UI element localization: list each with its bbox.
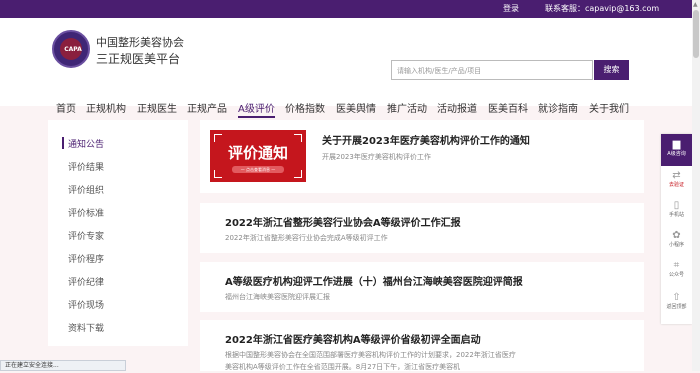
- sidebar-item-organization[interactable]: 评价组织: [68, 183, 104, 196]
- article-card[interactable]: 评价通知 — 点击查看消息 — 关于开展2023年医疗美容机构评价工作的通知 开…: [200, 120, 644, 193]
- back-to-top-button[interactable]: ⇧ 返回顶部: [661, 292, 692, 311]
- sidebar-item-notices[interactable]: 通知公告: [68, 137, 104, 150]
- banner-corner: [294, 170, 302, 178]
- nav-item-public-opinion[interactable]: 医美舆情: [336, 100, 376, 115]
- customer-service-link[interactable]: 联系客服：capavip@163.com: [545, 3, 659, 14]
- article-desc: 根据中国整形美容协会在全国范围部署医疗美容机构评价工作的计划要求，2022年浙江…: [225, 351, 516, 371]
- sidebar-item-experts[interactable]: 评价专家: [68, 229, 104, 242]
- back-to-top-label: 返回顶部: [666, 304, 687, 310]
- official-account-button[interactable]: ⌗ 公众号: [661, 260, 692, 279]
- banner-corner: [294, 134, 302, 142]
- nav-item-institutions[interactable]: 正规机构: [86, 100, 126, 115]
- mobile-site-button[interactable]: ▯ 手机站: [661, 200, 692, 219]
- main-nav: 首页 正规机构 正规医生 正规产品 A级评价 价格指数 医美舆情 推广活动 活动…: [0, 100, 692, 118]
- article-desc: 福州台江海峡美容医院迎评展汇报: [225, 293, 330, 301]
- compare-icon: ⇄: [672, 170, 681, 181]
- nav-item-event-reports[interactable]: 活动报道: [437, 100, 477, 115]
- banner-subtitle: — 点击查看消息 —: [232, 166, 284, 173]
- search-input[interactable]: 请输入机构/医生/产品/项目: [391, 60, 593, 80]
- mobile-site-label: 手机站: [668, 212, 684, 218]
- article-title[interactable]: 2022年浙江省医疗美容机构A等级评价省级初评全面启动: [225, 331, 481, 346]
- article-card[interactable]: 2022年浙江省整形美容行业协会A等级评价工作汇报 2022年浙江省整形美容行业…: [200, 203, 644, 253]
- sidebar-item-results[interactable]: 评价结果: [68, 160, 104, 173]
- sidebar-item-downloads[interactable]: 资料下载: [68, 321, 104, 334]
- nav-item-price-index[interactable]: 价格指数: [285, 100, 325, 115]
- nav-item-a-rating[interactable]: A级评价: [238, 100, 275, 118]
- capa-logo[interactable]: CAPA: [52, 30, 90, 68]
- article-title[interactable]: 2022年浙江省整形美容行业协会A等级评价工作汇报: [225, 214, 461, 229]
- sidebar-item-discipline[interactable]: 评价纪律: [68, 275, 104, 288]
- browser-status-bar: 正在建立安全连接...: [0, 360, 126, 371]
- search-button[interactable]: 搜索: [594, 60, 629, 80]
- banner-title: 评价通知: [227, 144, 288, 162]
- banner-corner: [214, 134, 222, 142]
- site-title: 中国整形美容协会: [96, 36, 184, 49]
- login-link[interactable]: 登录: [503, 3, 519, 14]
- consult-label: A级咨询: [667, 151, 686, 157]
- article-card[interactable]: A等级医疗机构迎评工作进展（十）福州台江海峡美容医院迎评简报 福州台江海峡美容医…: [200, 262, 644, 312]
- miniapp-icon: ✿: [672, 230, 681, 241]
- consult-button[interactable]: ▆ A级咨询: [661, 134, 692, 166]
- site-subtitle: 三正规医美平台: [96, 52, 181, 66]
- page-scrollbar[interactable]: ▲: [692, 0, 700, 371]
- article-desc: 2022年浙江省整形美容行业协会完成A等级初评工作: [225, 234, 388, 242]
- nav-item-doctors[interactable]: 正规医生: [137, 100, 177, 115]
- nav-item-about[interactable]: 关于我们: [589, 100, 629, 115]
- header: CAPA 中国整形美容协会 三正规医美平台 请输入机构/医生/产品/项目 搜索 …: [0, 18, 692, 118]
- verify-button[interactable]: ⇄ 去验证: [661, 170, 692, 189]
- official-account-label: 公众号: [668, 272, 684, 278]
- top-bar: 登录 联系客服：capavip@163.com: [0, 0, 692, 18]
- article-card[interactable]: 2022年浙江省医疗美容机构A等级评价省级初评全面启动 根据中国整形美容协会在全…: [200, 320, 644, 371]
- active-indicator: [62, 137, 64, 149]
- scrollbar-thumb[interactable]: [693, 10, 699, 58]
- sidebar-item-onsite[interactable]: 评价现场: [68, 298, 104, 311]
- back-top-icon: ⇧: [672, 292, 681, 303]
- notice-banner-image[interactable]: 评价通知 — 点击查看消息 —: [210, 130, 306, 182]
- article-title[interactable]: 关于开展2023年医疗美容机构评价工作的通知: [322, 132, 530, 147]
- logo-abbr: CAPA: [64, 46, 82, 53]
- sidebar-item-standards[interactable]: 评价标准: [68, 206, 104, 219]
- sidebar: 通知公告 评价结果 评价组织 评价标准 评价专家 评价程序 评价纪律 评价现场 …: [48, 120, 188, 346]
- nav-item-home[interactable]: 首页: [56, 100, 76, 115]
- verify-label: 去验证: [668, 182, 684, 188]
- phone-icon: ▯: [673, 200, 680, 211]
- nav-item-guide[interactable]: 就诊指南: [538, 100, 578, 115]
- sidebar-item-procedure[interactable]: 评价程序: [68, 252, 104, 265]
- banner-corner: [214, 170, 222, 178]
- chat-icon: ▆: [672, 139, 681, 150]
- mini-program-label: 小程序: [668, 242, 684, 248]
- nav-item-encyclopedia[interactable]: 医美百科: [488, 100, 528, 115]
- article-title[interactable]: A等级医疗机构迎评工作进展（十）福州台江海峡美容医院迎评简报: [225, 273, 523, 288]
- scroll-up-icon[interactable]: ▲: [693, 1, 698, 8]
- qrcode-icon: ⌗: [673, 260, 680, 271]
- floating-toolbar: ▆ A级咨询 ⇄ 去验证 ▯ 手机站 ✿ 小程序 ⌗ 公众号 ⇧ 返回顶部: [661, 134, 692, 324]
- article-desc: 开展2023年医疗美容机构评价工作: [322, 153, 431, 161]
- mini-program-button[interactable]: ✿ 小程序: [661, 230, 692, 249]
- nav-item-promotions[interactable]: 推广活动: [387, 100, 427, 115]
- nav-item-products[interactable]: 正规产品: [187, 100, 227, 115]
